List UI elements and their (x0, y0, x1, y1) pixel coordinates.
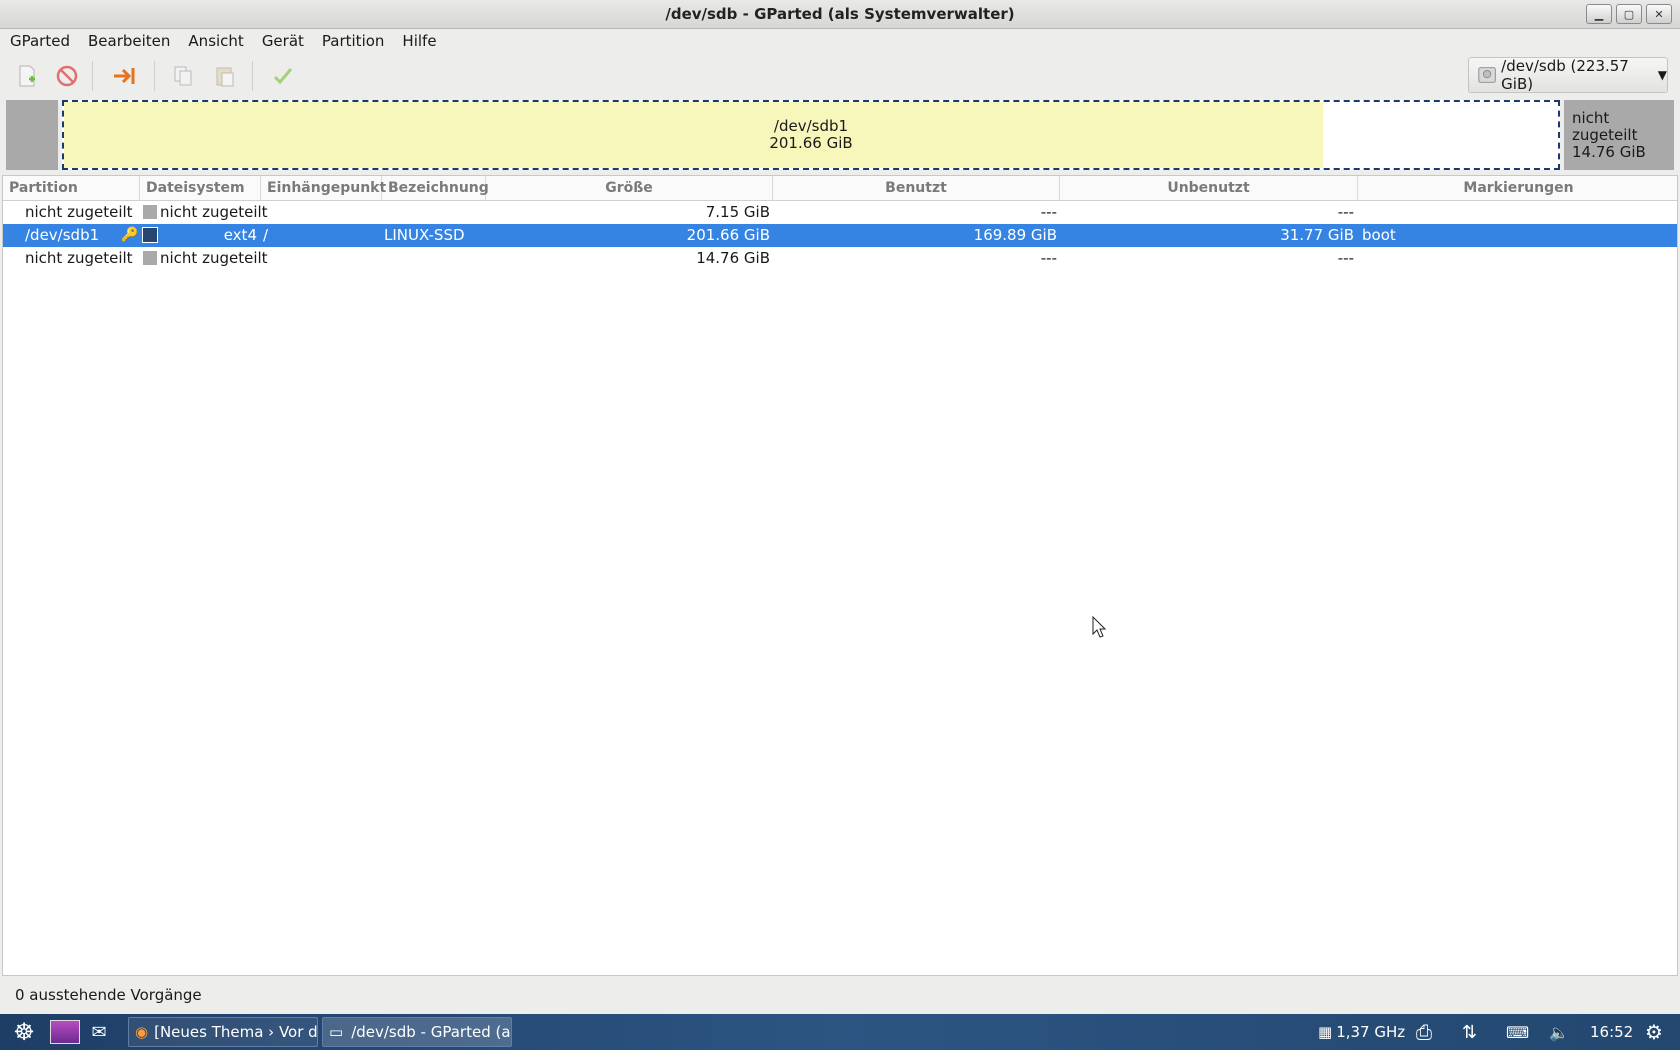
column-header-unused[interactable]: Unbenutzt (1060, 176, 1358, 200)
delete-partition-button[interactable] (52, 61, 82, 91)
taskbar: ☸ ✉ ◉ [Neues Thema › Vor d... ▭ /dev/sdb… (0, 1014, 1680, 1050)
resize-move-icon (114, 68, 135, 84)
device-selector-label: /dev/sdb (223.57 GiB) (1501, 57, 1629, 93)
apply-button[interactable] (268, 61, 298, 91)
apply-icon (273, 68, 293, 85)
firefox-icon: ◉ (135, 1023, 149, 1041)
filesystem-color-swatch (143, 251, 157, 265)
cpu-icon: ▦ (1318, 1023, 1333, 1041)
delete-icon (56, 65, 78, 87)
column-header-partition[interactable]: Partition (3, 176, 140, 200)
cell-partition: nicht zugeteilt (25, 203, 133, 221)
maximize-button[interactable]: ▢ (1616, 4, 1642, 24)
column-header-mountpoint[interactable]: Einhängepunkt (261, 176, 386, 200)
column-header-filesystem[interactable]: Dateisystem (140, 176, 261, 200)
keyboard-layout-icon[interactable]: ⌨ (1506, 1014, 1529, 1050)
filesystem-color-swatch (143, 205, 157, 219)
toolbar-separator (252, 61, 253, 91)
menu-ansicht[interactable]: Ansicht (180, 32, 251, 50)
pending-operations-text: 0 ausstehende Vorgänge (15, 986, 202, 1004)
close-button[interactable]: ✕ (1646, 4, 1672, 24)
cell-unused: --- (1337, 203, 1354, 221)
menu-bearbeiten[interactable]: Bearbeiten (80, 32, 178, 50)
cell-mountpoint: / (263, 226, 269, 244)
harddisk-icon (1478, 67, 1496, 83)
cell-partition: nicht zugeteilt (25, 249, 133, 267)
unallocated-size: 14.76 GiB (1572, 142, 1646, 161)
partition-label: /dev/sdb1 201.66 GiB (64, 102, 1558, 168)
cell-label: LINUX-SSD (384, 226, 465, 244)
cell-used: --- (1040, 203, 1057, 221)
filesystem-color-swatch (142, 227, 158, 243)
cell-partition: /dev/sdb1 (25, 226, 100, 244)
copy-button[interactable] (168, 61, 198, 91)
disk-map-unallocated-start[interactable] (6, 100, 58, 170)
window-controls: ▁ ▢ ✕ (1586, 4, 1672, 24)
task-label: /dev/sdb - GParted (a... (351, 1023, 512, 1041)
copy-icon (174, 66, 192, 86)
paste-button[interactable] (210, 61, 240, 91)
disk-map: /dev/sdb1 201.66 GiB nicht zugeteilt 14.… (6, 100, 1674, 170)
cpu-frequency-indicator[interactable]: ▦ 1,37 GHz (1318, 1014, 1405, 1050)
cell-size: 14.76 GiB (696, 249, 770, 267)
settings-gear-icon[interactable]: ⚙ (1645, 1014, 1663, 1050)
disk-map-unallocated-end[interactable]: nicht zugeteilt 14.76 GiB (1564, 100, 1674, 170)
volume-icon[interactable]: 🔈 (1549, 1014, 1569, 1050)
toolbar-separator (92, 61, 93, 91)
cell-size: 7.15 GiB (705, 203, 770, 221)
window-title: /dev/sdb - GParted (als Systemverwalter) (665, 5, 1015, 23)
cell-used: 169.89 GiB (973, 226, 1057, 244)
disk-map-partition-sdb1[interactable]: /dev/sdb1 201.66 GiB (62, 100, 1560, 170)
partition-size: 201.66 GiB (769, 134, 853, 152)
clock[interactable]: 16:52 (1590, 1014, 1633, 1050)
printer-icon[interactable]: ⎙ (1416, 1014, 1432, 1050)
media-app-icon[interactable] (50, 1020, 80, 1044)
column-header-used[interactable]: Benutzt (773, 176, 1060, 200)
cell-filesystem: nicht zugeteilt (160, 203, 268, 221)
chevron-down-icon: ▼ (1657, 68, 1667, 82)
title-bar: /dev/sdb - GParted (als Systemverwalter)… (0, 0, 1680, 29)
network-icon[interactable]: ⇅ (1462, 1014, 1477, 1050)
status-bar: 0 ausstehende Vorgänge (0, 978, 1680, 1012)
menu-geraet[interactable]: Gerät (254, 32, 312, 50)
toolbar: /dev/sdb (223.57 GiB) ▼ (0, 53, 1680, 97)
menu-partition[interactable]: Partition (314, 32, 393, 50)
cell-unused: --- (1337, 249, 1354, 267)
start-menu-icon[interactable]: ☸ (8, 1017, 40, 1047)
mail-icon[interactable]: ✉ (86, 1020, 112, 1044)
partition-table: Partition Dateisystem Einhängepunkt Beze… (2, 175, 1678, 976)
cell-filesystem: ext4 (223, 226, 257, 244)
gparted-icon: ▭ (329, 1023, 344, 1041)
device-selector[interactable]: /dev/sdb (223.57 GiB) ▼ (1468, 57, 1668, 93)
column-header-size[interactable]: Größe (486, 176, 773, 200)
table-row[interactable]: nicht zugeteilt nicht zugeteilt 14.76 Gi… (3, 247, 1677, 270)
new-icon (19, 65, 35, 87)
cell-filesystem: nicht zugeteilt (160, 249, 268, 267)
cell-unused: 31.77 GiB (1280, 226, 1354, 244)
new-partition-button[interactable] (12, 61, 42, 91)
key-icon: 🔑 (121, 227, 139, 243)
column-header-label[interactable]: Bezeichnung (382, 176, 489, 200)
taskbar-task-browser[interactable]: ◉ [Neues Thema › Vor d... (128, 1017, 318, 1047)
taskbar-task-gparted[interactable]: ▭ /dev/sdb - GParted (a... (322, 1017, 512, 1047)
cell-used: --- (1040, 249, 1057, 267)
cell-flags: boot (1362, 226, 1396, 244)
unallocated-label: nicht zugeteilt (1572, 108, 1638, 144)
cpu-frequency-label: 1,37 GHz (1336, 1023, 1406, 1041)
menu-bar: GParted Bearbeiten Ansicht Gerät Partiti… (0, 29, 1680, 53)
column-header-flags[interactable]: Markierungen (1358, 176, 1679, 200)
table-row-selected[interactable]: /dev/sdb1 🔑 ext4 / LINUX-SSD 201.66 GiB … (3, 224, 1677, 247)
partition-name: /dev/sdb1 (773, 117, 849, 135)
table-header: Partition Dateisystem Einhängepunkt Beze… (3, 176, 1677, 201)
menu-hilfe[interactable]: Hilfe (394, 32, 444, 50)
paste-icon (216, 67, 234, 87)
menu-gparted[interactable]: GParted (2, 32, 78, 50)
task-label: [Neues Thema › Vor d... (154, 1023, 318, 1041)
table-row[interactable]: nicht zugeteilt nicht zugeteilt 7.15 GiB… (3, 201, 1677, 224)
mouse-cursor-icon (1092, 616, 1106, 638)
cell-size: 201.66 GiB (686, 226, 770, 244)
minimize-button[interactable]: ▁ (1586, 4, 1612, 24)
resize-move-button[interactable] (110, 61, 140, 91)
toolbar-separator (154, 61, 155, 91)
